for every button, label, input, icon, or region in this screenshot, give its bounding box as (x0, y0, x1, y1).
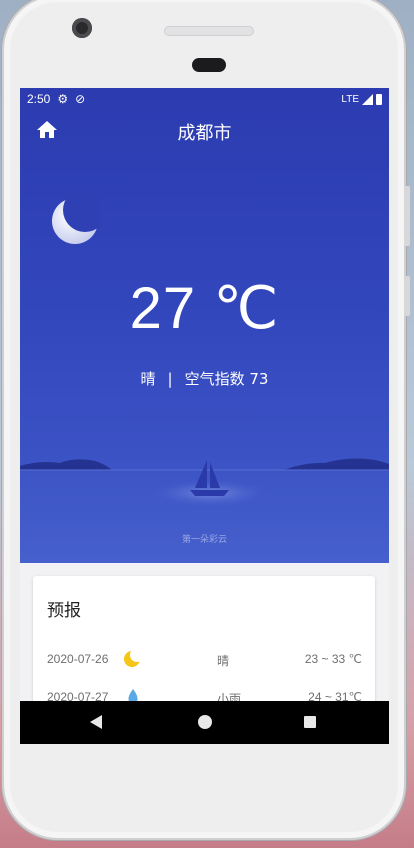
back-icon[interactable] (90, 715, 102, 729)
forecast-date: 2020-07-26 (47, 652, 109, 666)
app-screen: 2:50 ⚙ ⊘ LTE 成都市 27 ℃ 晴 | 空气指数 73 第一朵彩云 … (20, 88, 389, 744)
power-button (404, 276, 410, 316)
earpiece-grille (164, 26, 254, 36)
sync-icon: ⊘ (75, 92, 86, 106)
status-time: 2:50 (27, 92, 51, 106)
network-label: LTE (341, 93, 359, 105)
speaker-slot (192, 58, 226, 72)
battery-icon (376, 93, 382, 105)
recent-apps-icon[interactable] (304, 716, 316, 728)
weather-hero: 2:50 ⚙ ⊘ LTE 成都市 27 ℃ 晴 | 空气指数 73 第一朵彩云 (20, 88, 389, 563)
current-condition: 晴 | 空气指数 73 (20, 368, 389, 389)
home-circle-icon[interactable] (198, 715, 212, 729)
app-header: 成都市 (20, 116, 389, 146)
moon-icon (124, 648, 144, 667)
condition-separator: | (167, 370, 173, 388)
status-bar: 2:50 ⚙ ⊘ LTE (20, 88, 389, 110)
city-title: 成都市 (177, 123, 232, 144)
moon-illustration (52, 196, 100, 244)
signal-icon (362, 93, 373, 105)
air-quality-text: 空气指数 73 (184, 370, 269, 388)
forecast-title: 预报 (47, 601, 81, 621)
lake-sailboat-illustration (20, 458, 389, 507)
settings-icon: ⚙ (57, 92, 69, 106)
condition-text: 晴 (140, 370, 156, 388)
forecast-range: 23 ~ 33 ℃ (304, 652, 362, 666)
forecast-row[interactable]: 2020-07-26 晴 23 ~ 33 ℃ (33, 648, 375, 674)
credit-text: 第一朵彩云 (181, 535, 227, 545)
forecast-weather: 晴 (217, 654, 230, 668)
system-nav-bar (20, 701, 389, 744)
current-temperature: 27 ℃ (129, 276, 280, 341)
volume-button (404, 186, 410, 246)
front-camera (72, 18, 92, 38)
